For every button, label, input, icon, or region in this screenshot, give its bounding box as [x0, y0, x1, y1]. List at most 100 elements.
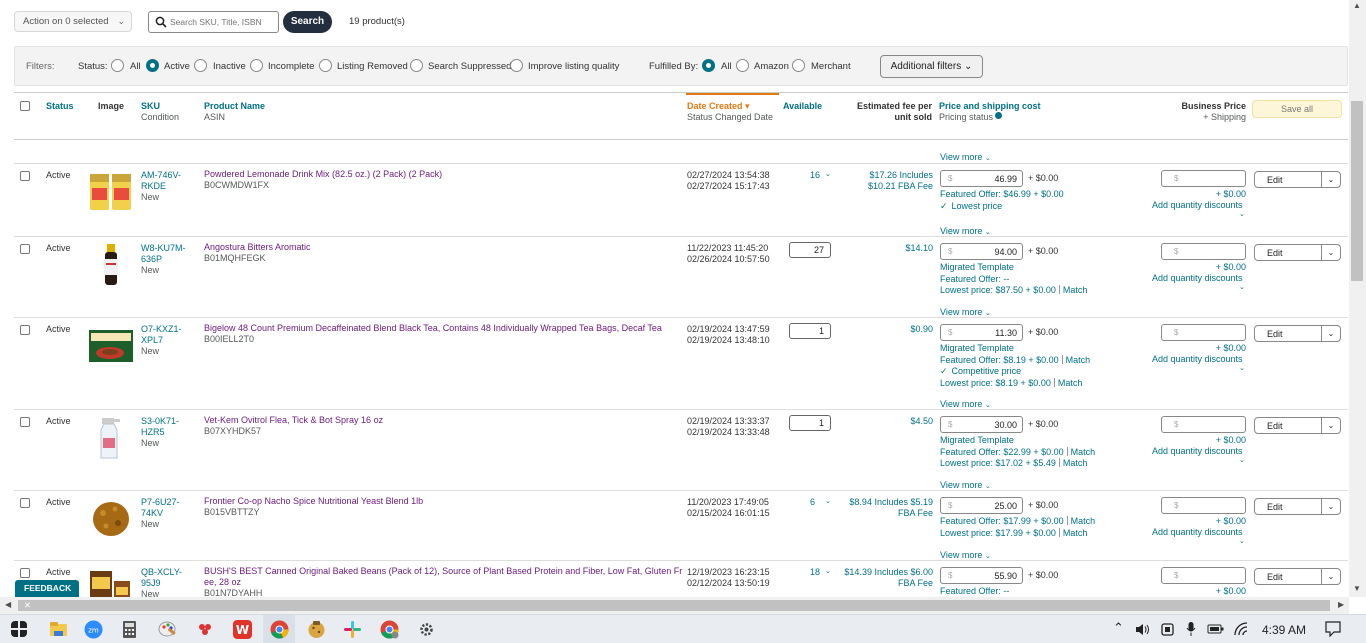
notification-icon[interactable]: [1325, 621, 1341, 637]
business-price-input[interactable]: $: [1161, 243, 1246, 260]
row-sku[interactable]: S3-0K71-: [141, 416, 179, 427]
chevron-down-icon[interactable]: ⌄: [1321, 499, 1340, 514]
app-tray-icon[interactable]: [1161, 622, 1174, 637]
product-thumbnail[interactable]: [88, 243, 134, 287]
match-link[interactable]: Match: [1071, 516, 1096, 526]
scroll-right-icon[interactable]: ▶: [1338, 600, 1344, 609]
column-sku[interactable]: SKU: [141, 101, 160, 111]
row-sku[interactable]: AM-746V-: [141, 170, 181, 181]
chevron-down-icon[interactable]: ⌄: [1321, 172, 1340, 187]
edit-button[interactable]: Edit ⌄: [1254, 498, 1341, 515]
product-thumbnail[interactable]: [88, 416, 134, 460]
add-quantity-discounts-link[interactable]: Add quantity discounts: [1152, 446, 1243, 457]
price-input[interactable]: $94.00: [940, 243, 1023, 260]
battery-icon[interactable]: [1207, 623, 1224, 635]
estimated-fee[interactable]: $14.10: [814, 243, 933, 254]
status-option-search-suppressed[interactable]: Search Suppressed: [428, 61, 511, 72]
row-sku-cont[interactable]: XPL7: [141, 335, 163, 346]
fulfilled-option-merchant[interactable]: Merchant: [811, 61, 851, 72]
row-checkbox[interactable]: [20, 568, 30, 578]
wps-office-icon[interactable]: W: [233, 620, 252, 639]
row-sku-cont[interactable]: 74KV: [141, 508, 163, 519]
business-price-input[interactable]: $: [1161, 170, 1246, 187]
status-option-all[interactable]: All: [130, 61, 141, 72]
match-link[interactable]: Match: [1063, 458, 1088, 468]
estimated-fee-cont[interactable]: FBA Fee: [814, 508, 933, 519]
status-radio-all[interactable]: [111, 59, 124, 72]
status-option-listing-removed[interactable]: Listing Removed: [337, 61, 408, 72]
business-price-input[interactable]: $: [1161, 567, 1246, 584]
price-input[interactable]: $55.90: [940, 567, 1023, 584]
slack-icon[interactable]: [343, 620, 362, 639]
column-date-created[interactable]: Date Created: [687, 101, 743, 111]
chrome-icon[interactable]: [270, 620, 289, 639]
status-option-active[interactable]: Active: [164, 61, 190, 72]
chevron-down-icon[interactable]: ⌄: [1321, 569, 1340, 584]
column-price-shipping[interactable]: Price and shipping cost: [939, 101, 1041, 111]
scroll-left-icon[interactable]: ◀: [5, 600, 11, 609]
row-product-name[interactable]: Angostura Bitters Aromatic: [204, 242, 311, 253]
column-product-name[interactable]: Product Name: [204, 101, 265, 111]
estimated-fee-cont[interactable]: FBA Fee: [814, 578, 933, 589]
estimated-fee[interactable]: $8.94 Includes $5.19: [814, 497, 933, 508]
row-checkbox[interactable]: [20, 244, 30, 254]
paint-icon[interactable]: [158, 620, 177, 639]
chrome-profile-icon[interactable]: [380, 620, 399, 639]
row-checkbox[interactable]: [20, 171, 30, 181]
fulfilled-radio-amazon[interactable]: [736, 59, 749, 72]
app-red-icon[interactable]: [196, 620, 215, 639]
status-option-improve-quality[interactable]: Improve listing quality: [528, 61, 619, 72]
row-sku[interactable]: QB-XCLY-: [141, 567, 182, 578]
product-thumbnail[interactable]: [88, 497, 134, 541]
status-radio-active[interactable]: [146, 59, 159, 72]
status-radio-incomplete[interactable]: [250, 59, 263, 72]
vertical-scrollbar[interactable]: [1349, 0, 1366, 597]
row-product-name[interactable]: Powdered Lemonade Drink Mix (82.5 oz.) (…: [204, 169, 442, 180]
file-explorer-icon[interactable]: [49, 620, 68, 639]
match-link[interactable]: Match: [1071, 447, 1096, 457]
status-radio-search-suppressed[interactable]: [410, 59, 423, 72]
status-radio-listing-removed[interactable]: [319, 59, 332, 72]
calculator-icon[interactable]: [120, 620, 139, 639]
chevron-down-icon[interactable]: ⌄: [1239, 456, 1245, 467]
row-product-name[interactable]: Frontier Co-op Nacho Spice Nutritional Y…: [204, 496, 423, 507]
row-product-name[interactable]: Vet-Kem Ovitrol Flea, Tick & Bot Spray 1…: [204, 415, 383, 426]
edit-button[interactable]: Edit ⌄: [1254, 325, 1341, 342]
edit-button[interactable]: Edit ⌄: [1254, 171, 1341, 188]
row-product-name[interactable]: BUSH'S BEST Canned Original Baked Beans …: [204, 566, 682, 577]
scroll-up-icon[interactable]: ▲: [1353, 1, 1361, 10]
add-quantity-discounts-link[interactable]: Add quantity discounts: [1152, 200, 1243, 211]
chevron-down-icon[interactable]: ⌄: [1239, 364, 1245, 375]
add-quantity-discounts-link[interactable]: Add quantity discounts: [1152, 527, 1243, 538]
add-quantity-discounts-link[interactable]: Add quantity discounts: [1152, 354, 1243, 365]
info-icon[interactable]: [995, 112, 1003, 119]
microphone-icon[interactable]: [1186, 621, 1196, 637]
match-link[interactable]: Match: [1063, 528, 1088, 538]
fulfilled-option-all[interactable]: All: [721, 61, 732, 72]
match-link[interactable]: Match: [1063, 285, 1088, 295]
chevron-down-icon[interactable]: ⌄: [1321, 326, 1340, 341]
close-icon[interactable]: ✕: [24, 600, 31, 610]
search-input[interactable]: [170, 15, 275, 29]
horizontal-scrollbar-thumb[interactable]: [18, 600, 1330, 611]
row-checkbox[interactable]: [20, 498, 30, 508]
chevron-down-icon[interactable]: ⌄: [1321, 245, 1340, 260]
row-sku-cont[interactable]: 95J9: [141, 578, 161, 589]
column-available[interactable]: Available: [783, 101, 822, 111]
row-sku[interactable]: O7-KXZ1-: [141, 324, 182, 335]
business-price-input[interactable]: $: [1161, 324, 1246, 341]
search-field[interactable]: [148, 11, 279, 33]
status-radio-inactive[interactable]: [194, 59, 207, 72]
row-checkbox[interactable]: [20, 417, 30, 427]
chevron-down-icon[interactable]: ⌄: [1239, 210, 1245, 221]
fulfilled-option-amazon[interactable]: Amazon: [754, 61, 789, 72]
tray-chevron-up-icon[interactable]: ⌃: [1113, 620, 1124, 636]
row-sku[interactable]: P7-6U27-: [141, 497, 180, 508]
row-product-name-cont[interactable]: ee, 28 oz: [204, 577, 241, 588]
edit-button[interactable]: Edit ⌄: [1254, 568, 1341, 585]
select-all-checkbox[interactable]: [20, 101, 30, 111]
edit-button[interactable]: Edit ⌄: [1254, 417, 1341, 434]
search-button[interactable]: Search: [283, 11, 332, 33]
speaker-icon[interactable]: [1135, 623, 1151, 636]
estimated-fee[interactable]: $0.90: [814, 324, 933, 335]
